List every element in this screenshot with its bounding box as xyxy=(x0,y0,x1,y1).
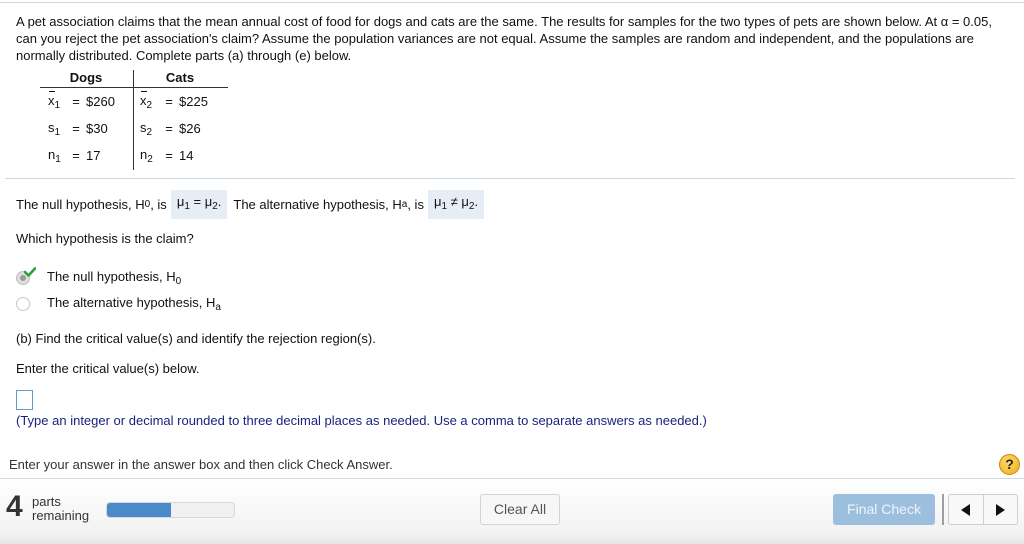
dogs-sd-value: $30 xyxy=(86,121,108,136)
radio-button[interactable] xyxy=(16,297,30,311)
table-row-n: n1 = 17 n2 = 14 xyxy=(40,142,228,169)
button-separator xyxy=(942,494,944,525)
previous-button[interactable] xyxy=(949,495,984,524)
part-b-title: (b) Find the critical value(s) and ident… xyxy=(16,331,376,346)
table-header: Dogs Cats xyxy=(40,70,228,88)
progress-bar-fill xyxy=(107,503,171,517)
arrow-right-icon xyxy=(995,503,1005,516)
hypotheses-statement: The null hypothesis, H0, is μ1 = μ2. The… xyxy=(16,189,488,219)
answer-format-hint: (Type an integer or decimal rounded to t… xyxy=(16,413,707,428)
question-navigation xyxy=(948,494,1018,525)
parts-remaining-label: parts remaining xyxy=(32,494,90,523)
symbol-xbar-2: x2 xyxy=(133,90,159,111)
symbol-xbar-1: x1 xyxy=(40,90,66,111)
cats-n-value: 14 xyxy=(179,148,194,163)
option-alternative-hypothesis[interactable]: The alternative hypothesis, Ha xyxy=(16,295,221,313)
option-null-hypothesis[interactable]: The null hypothesis, H0 xyxy=(16,267,182,287)
table-row-sd: s1 = $30 s2 = $26 xyxy=(40,115,228,142)
radio-button-selected[interactable] xyxy=(16,267,36,285)
top-divider xyxy=(0,2,1024,3)
option-label: The alternative hypothesis, Ha xyxy=(47,295,221,313)
symbol-n-2: n2 xyxy=(140,146,153,165)
claim-question: Which hypothesis is the claim? xyxy=(16,231,194,246)
section-divider xyxy=(5,178,1015,179)
critical-value-prompt: Enter the critical value(s) below. xyxy=(16,361,200,376)
sample-stats-table: Dogs Cats x1 = $260 x2 = $225 s1 = $30 s… xyxy=(40,70,228,170)
dogs-n-value: 17 xyxy=(86,148,101,163)
clear-all-button[interactable]: Clear All xyxy=(480,494,560,525)
arrow-left-icon xyxy=(961,503,971,516)
option-label: The null hypothesis, H0 xyxy=(47,269,182,287)
check-icon xyxy=(24,267,36,277)
dogs-mean-value: $260 xyxy=(86,94,115,109)
help-icon[interactable]: ? xyxy=(999,454,1020,475)
table-row-mean: x1 = $260 x2 = $225 xyxy=(40,88,228,115)
alternative-hypothesis-answer: μ1 ≠ μ2. xyxy=(427,189,485,219)
instructions-text: Enter your answer in the answer box and … xyxy=(9,457,393,472)
next-button[interactable] xyxy=(984,495,1018,524)
null-hypothesis-answer: μ1 = μ2. xyxy=(170,189,228,219)
question-text: A pet association claims that the mean a… xyxy=(16,14,992,63)
header-cats: Cats xyxy=(165,70,195,85)
cats-sd-value: $26 xyxy=(179,121,201,136)
progress-bar xyxy=(106,502,235,518)
cats-mean-value: $225 xyxy=(179,94,208,109)
symbol-s-2: s2 xyxy=(140,119,153,138)
parts-remaining-count: 4 xyxy=(6,490,23,523)
critical-value-input[interactable] xyxy=(16,390,33,410)
symbol-n-1: n1 xyxy=(48,146,61,165)
final-check-button[interactable]: Final Check xyxy=(833,494,935,525)
header-dogs: Dogs xyxy=(69,70,103,85)
symbol-s-1: s1 xyxy=(48,119,61,138)
